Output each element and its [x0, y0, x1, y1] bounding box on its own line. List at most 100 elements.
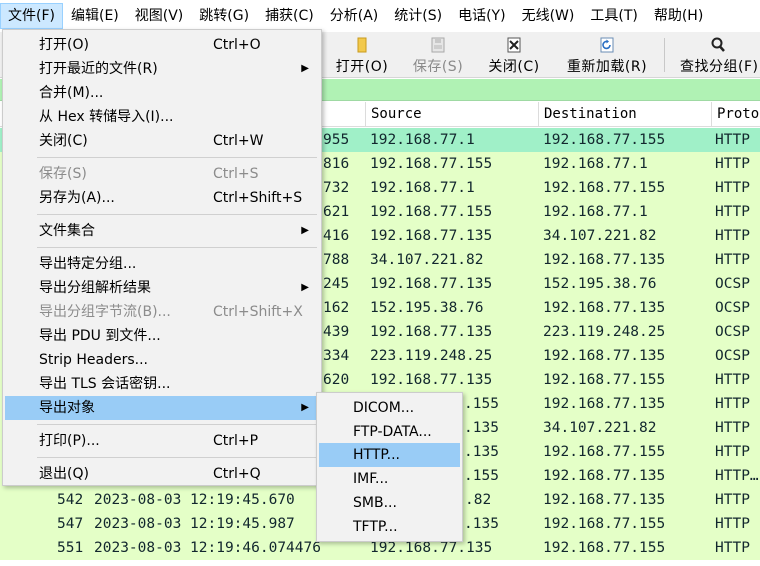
menu-item-open[interactable]: 打开(O) Ctrl+O — [5, 33, 319, 57]
submenu-item-label: TFTP... — [353, 519, 398, 535]
menu-item-quit[interactable]: 退出(Q) Ctrl+Q — [5, 462, 319, 486]
submenu-item-http[interactable]: HTTP... — [319, 443, 460, 467]
reload-label: 重新加载(R) — [566, 59, 648, 75]
menu-item-merge[interactable]: 合并(M)... — [5, 81, 319, 105]
save-label: 保存(S) — [412, 59, 464, 75]
menu-item-label: 导出特定分组... — [39, 256, 137, 272]
menu-separator — [37, 247, 317, 248]
packet-destination-cell: 223.119.248.25 — [543, 324, 666, 340]
menu-item-close[interactable]: 关闭(C) Ctrl+W — [5, 129, 319, 153]
close-file-button[interactable]: 关闭(C) — [482, 32, 546, 78]
packet-destination-cell: 192.168.77.155 — [543, 132, 666, 148]
menu-capture[interactable]: 捕获(C) — [257, 3, 322, 29]
packet-source-cell: 192.168.77.1 — [370, 132, 475, 148]
menu-item-shortcut: Ctrl+Shift+S — [213, 190, 303, 206]
submenu-item-label: FTP-DATA... — [353, 424, 432, 440]
packet-source-cell: 192.168.77.135 — [370, 324, 493, 340]
submenu-arrow-icon: ▶ — [301, 282, 309, 293]
submenu-item-tftp[interactable]: TFTP... — [319, 515, 460, 539]
menu-analyze[interactable]: 分析(A) — [322, 3, 387, 29]
packet-time-cell: 162 — [323, 300, 350, 316]
column-header-source[interactable]: Source — [365, 102, 538, 127]
menu-go[interactable]: 跳转(G) — [191, 3, 257, 29]
menu-item-open-recent[interactable]: 打开最近的文件(R) ▶ — [5, 57, 319, 81]
menu-item-shortcut: Ctrl+W — [213, 133, 264, 149]
menu-statistics[interactable]: 统计(S) — [386, 3, 450, 29]
packet-destination-cell: 192.168.77.155 — [543, 180, 666, 196]
menu-separator — [37, 424, 317, 425]
packet-destination-cell: 192.168.77.135 — [543, 252, 666, 268]
submenu-arrow-icon: ▶ — [301, 225, 309, 236]
packet-source-cell: .135 — [464, 516, 499, 532]
menu-item-label: 打开(O) — [39, 37, 89, 53]
packet-protocol-cell: HTTP — [715, 252, 750, 268]
packet-protocol-cell: HTTP — [715, 228, 750, 244]
menu-tools[interactable]: 工具(T) — [582, 3, 645, 29]
menu-view[interactable]: 视图(V) — [127, 3, 192, 29]
menu-separator — [37, 157, 317, 158]
packet-protocol-cell: HTTP — [715, 540, 750, 556]
find-packet-icon — [711, 37, 725, 52]
packet-destination-cell: 192.168.77.135 — [543, 300, 666, 316]
packet-source-cell: 152.195.38.76 — [370, 300, 484, 316]
menu-item-export-tls-keys[interactable]: 导出 TLS 会话密钥... — [5, 372, 319, 396]
packet-source-cell: .82 — [465, 492, 492, 508]
packet-number-cell: 547 — [57, 516, 84, 532]
packet-destination-cell: 34.107.221.82 — [543, 228, 657, 244]
submenu-item-ftp-data[interactable]: FTP-DATA... — [319, 420, 460, 444]
column-header-destination[interactable]: Destination — [538, 102, 711, 127]
close-file-icon — [507, 37, 521, 53]
menu-item-shortcut: Ctrl+Q — [213, 466, 261, 482]
submenu-item-smb[interactable]: SMB... — [319, 491, 460, 515]
save-button[interactable]: 保存(S) — [406, 32, 470, 78]
file-menu-dropdown: 打开(O) Ctrl+O 打开最近的文件(R) ▶ 合并(M)... 从 Hex… — [2, 29, 322, 486]
menu-item-strip-headers[interactable]: Strip Headers... — [5, 348, 319, 372]
reload-button[interactable]: 重新加载(R) — [562, 32, 652, 78]
find-packet-label: 查找分组(F) — [680, 59, 759, 75]
open-label: 打开(O) — [335, 59, 389, 75]
reload-icon — [600, 37, 614, 53]
menu-item-file-set[interactable]: 文件集合 ▶ — [5, 219, 319, 243]
menu-edit[interactable]: 编辑(E) — [63, 3, 127, 29]
menu-item-label: 导出分组解析结果 — [39, 280, 151, 296]
packet-source-cell: .135 — [464, 444, 499, 460]
menu-item-export-objects[interactable]: 导出对象 ▶ — [5, 396, 319, 420]
menu-item-save[interactable]: 保存(S) Ctrl+S — [5, 162, 319, 186]
menu-help[interactable]: 帮助(H) — [646, 3, 711, 29]
close-file-label: 关闭(C) — [488, 59, 540, 75]
menu-item-import-hex[interactable]: 从 Hex 转储导入(I)... — [5, 105, 319, 129]
find-packet-button[interactable]: 查找分组(F) — [676, 32, 760, 78]
menu-separator — [37, 214, 317, 215]
column-header-protocol[interactable]: Protocol — [711, 102, 760, 127]
submenu-item-dicom[interactable]: DICOM... — [319, 396, 460, 420]
packet-time-cell: 245 — [323, 276, 350, 292]
menu-file[interactable]: 文件(F) — [0, 3, 63, 29]
packet-time-cell: 788 — [323, 252, 350, 268]
menu-item-save-as[interactable]: 另存为(A)... Ctrl+Shift+S — [5, 186, 319, 210]
packet-destination-cell: 192.168.77.135 — [543, 468, 666, 484]
folder-open-icon — [357, 37, 367, 53]
open-button[interactable]: 打开(O) — [330, 32, 394, 78]
packet-time-cell: 2023-08-03 12:19:45.670 — [94, 492, 295, 508]
packet-destination-cell: 192.168.77.1 — [543, 156, 648, 172]
menu-item-label: Strip Headers... — [39, 352, 148, 368]
packet-destination-cell: 192.168.77.155 — [543, 444, 666, 460]
menu-wireless[interactable]: 无线(W) — [514, 3, 583, 29]
packet-protocol-cell: OCSP — [715, 300, 750, 316]
menu-item-export-dissections[interactable]: 导出分组解析结果 ▶ — [5, 276, 319, 300]
packet-time-cell: 439 — [323, 324, 350, 340]
submenu-item-label: SMB... — [353, 495, 397, 511]
menu-item-export-pdus[interactable]: 导出 PDU 到文件... — [5, 324, 319, 348]
menu-item-export-specified[interactable]: 导出特定分组... — [5, 252, 319, 276]
packet-destination-cell: 192.168.77.135 — [543, 492, 666, 508]
packet-source-cell: 192.168.77.155 — [370, 204, 493, 220]
menu-item-shortcut: Ctrl+Shift+X — [213, 304, 303, 320]
menu-telephony[interactable]: 电话(Y) — [450, 3, 513, 29]
packet-destination-cell: 192.168.77.135 — [543, 396, 666, 412]
submenu-item-imf[interactable]: IMF... — [319, 467, 460, 491]
toolbar-separator — [664, 38, 665, 72]
menu-item-export-bytes[interactable]: 导出分组字节流(B)... Ctrl+Shift+X — [5, 300, 319, 324]
packet-source-cell: 192.168.77.1 — [370, 180, 475, 196]
packet-time-cell: 334 — [323, 348, 350, 364]
menu-item-print[interactable]: 打印(P)... Ctrl+P — [5, 429, 319, 453]
